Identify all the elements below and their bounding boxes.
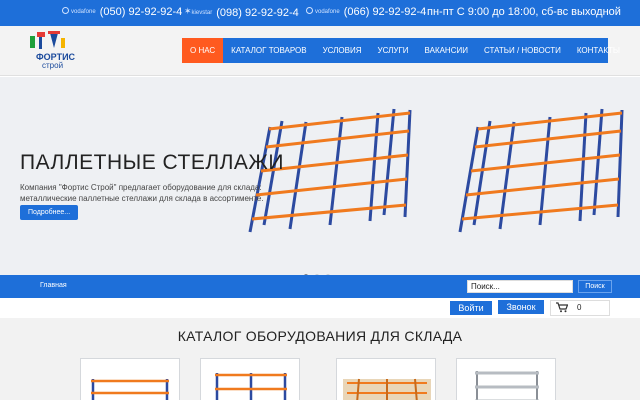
rack-product-image xyxy=(215,373,287,400)
search-button[interactable]: Поиск xyxy=(578,280,612,293)
logo-text-sub: строй xyxy=(42,61,64,70)
catalog-title: КАТАЛОГ ОБОРУДОВАНИЯ ДЛЯ СКЛАДА xyxy=(177,328,463,344)
vodafone-logo-icon: vodafone xyxy=(306,7,340,15)
warehouse-product-image xyxy=(343,378,431,400)
login-button[interactable]: Войти xyxy=(450,301,492,315)
catalog-card[interactable] xyxy=(336,358,436,400)
site-header: ФОРТИС строй О НАС КАТАЛОГ ТОВАРОВ УСЛОВ… xyxy=(0,26,640,76)
shelf-product-image xyxy=(475,371,539,400)
hero-title: ПАЛЛЕТНЫЕ СТЕЛЛАЖИ xyxy=(20,151,284,174)
catalog-section: КАТАЛОГ ОБОРУДОВАНИЯ ДЛЯ СКЛАДА xyxy=(0,318,640,400)
fortis-logo[interactable]: ФОРТИС строй xyxy=(28,30,80,72)
catalog-card[interactable] xyxy=(200,358,300,400)
read-more-button[interactable]: Подробнее... xyxy=(20,205,79,220)
nav-item-contacts[interactable]: КОНТАКТЫ xyxy=(569,38,628,63)
breadcrumb-bar: Главная Поиск xyxy=(0,275,640,298)
pallet-rack-image-right xyxy=(458,108,624,233)
working-hours: пн-пт С 9:00 до 18:00, сб-вс выходной xyxy=(427,6,621,18)
main-navigation: О НАС КАТАЛОГ ТОВАРОВ УСЛОВИЯ УСЛУГИ ВАК… xyxy=(182,38,620,63)
action-row: Войти Звонок 0 xyxy=(0,298,640,318)
vodafone-logo-icon: vodafone xyxy=(62,7,96,15)
phone-vodafone-050[interactable]: vodafone (050) 92-92-92-4 xyxy=(62,6,182,18)
catalog-card[interactable] xyxy=(456,358,556,400)
cart-icon xyxy=(556,302,569,318)
rack-product-image xyxy=(91,379,169,400)
hero-description: Компания "Фортис Строй" предлагает обору… xyxy=(20,183,264,203)
breadcrumb-home[interactable]: Главная xyxy=(40,282,67,289)
cart-count: 0 xyxy=(577,303,582,312)
nav-item-conditions[interactable]: УСЛОВИЯ xyxy=(315,38,370,63)
nav-item-catalog[interactable]: КАТАЛОГ ТОВАРОВ xyxy=(223,38,314,63)
fortis-logo-icon xyxy=(30,31,65,49)
nav-item-services[interactable]: УСЛУГИ xyxy=(370,38,417,63)
cart-widget[interactable]: 0 xyxy=(550,300,610,316)
callback-button[interactable]: Звонок xyxy=(498,300,544,314)
phone-kievstar-098[interactable]: ✶kievstar (098) 92-92-92-4 xyxy=(184,6,299,19)
search-input[interactable] xyxy=(467,280,573,293)
nav-item-about[interactable]: О НАС xyxy=(182,38,224,63)
phone-vodafone-066[interactable]: vodafone (066) 92-92-92-4 xyxy=(306,6,426,18)
nav-item-articles[interactable]: СТАТЬИ / НОВОСТИ xyxy=(476,38,569,63)
top-contact-bar: vodafone (050) 92-92-92-4 ✶kievstar (098) … xyxy=(0,0,640,26)
slider-dots xyxy=(304,265,337,275)
catalog-card[interactable] xyxy=(80,358,180,400)
hero-slider[interactable]: ПАЛЛЕТНЫЕ СТЕЛЛАЖИ Компания "Фортис Стро… xyxy=(0,77,640,275)
kievstar-logo-icon: ✶kievstar xyxy=(184,6,213,16)
nav-item-vacancies[interactable]: ВАКАНСИИ xyxy=(417,38,476,63)
